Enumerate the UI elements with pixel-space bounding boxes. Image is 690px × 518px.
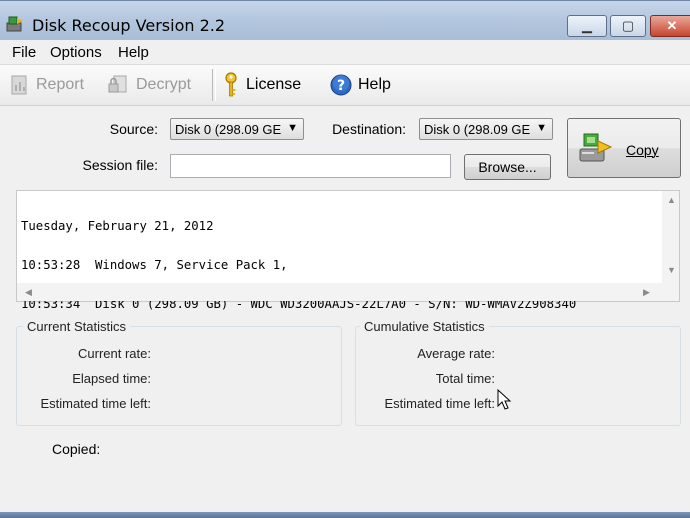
destination-label: Destination:	[332, 121, 406, 137]
close-button[interactable]: ✕	[650, 15, 690, 37]
current-rate-label: Current rate:	[78, 346, 151, 361]
mouse-cursor-icon	[497, 389, 512, 410]
menu-bar: File Options Help	[0, 40, 690, 65]
copy-button[interactable]: Copy	[567, 118, 681, 178]
report-label: Report	[36, 76, 85, 93]
key-icon	[225, 72, 237, 97]
menu-help[interactable]: Help	[118, 44, 149, 61]
current-estimated-time-label: Estimated time left:	[40, 396, 151, 411]
session-file-label: Session file:	[82, 157, 158, 173]
minimize-button[interactable]: ▁	[567, 15, 607, 37]
average-rate-label: Average rate:	[417, 346, 495, 361]
maximize-button[interactable]: ▢	[610, 15, 646, 37]
source-select-value: Disk 0 (298.09 GE	[175, 121, 282, 137]
log-output[interactable]: Tuesday, February 21, 2012 10:53:28 Wind…	[16, 190, 680, 311]
chevron-down-icon: ▼	[536, 122, 547, 134]
decrypt-label: Decrypt	[136, 76, 192, 93]
app-window: Disk Recoup Version 2.2 ▁ ▢ ✕ File Optio…	[0, 0, 690, 518]
copied-label: Copied:	[52, 441, 101, 457]
log-line: Tuesday, February 21, 2012	[21, 219, 214, 233]
vertical-scrollbar[interactable]: ▲ ▼	[662, 191, 679, 283]
license-label: License	[246, 76, 302, 93]
session-file-input[interactable]	[170, 154, 451, 178]
elapsed-time-label: Elapsed time:	[72, 371, 151, 386]
help-label: Help	[358, 76, 391, 93]
report-button[interactable]: Report	[10, 71, 84, 99]
window-bottom-border	[0, 512, 690, 518]
svg-text:?: ?	[337, 78, 345, 94]
chevron-down-icon: ▼	[287, 122, 298, 134]
decrypt-button[interactable]: Decrypt	[108, 71, 191, 99]
menu-options[interactable]: Options	[50, 44, 102, 61]
title-bar[interactable]: Disk Recoup Version 2.2 ▁ ▢ ✕	[0, 0, 690, 41]
toolbar-separator	[212, 69, 216, 101]
total-time-label: Total time:	[435, 371, 495, 386]
copy-disk-icon	[579, 133, 613, 162]
help-icon: ?	[330, 74, 352, 96]
cumulative-statistics-title: Cumulative Statistics	[360, 319, 489, 334]
scroll-down-icon[interactable]: ▼	[667, 265, 676, 275]
destination-select-value: Disk 0 (298.09 GE	[424, 121, 531, 137]
horizontal-scrollbar[interactable]: ◀ ▶	[17, 283, 679, 301]
scroll-up-icon[interactable]: ▲	[667, 195, 676, 205]
toolbar: Report Decrypt License ? Help	[0, 65, 690, 106]
scroll-left-icon[interactable]: ◀	[25, 287, 32, 298]
report-icon	[11, 75, 27, 95]
app-icon	[6, 16, 23, 32]
log-line: 10:53:28 Windows 7, Service Pack 1,	[21, 258, 288, 272]
window-title: Disk Recoup Version 2.2	[32, 16, 226, 35]
source-label: Source:	[109, 121, 158, 137]
menu-file[interactable]: File	[12, 44, 36, 61]
browse-button[interactable]: Browse...	[464, 154, 551, 180]
decrypt-icon	[108, 75, 127, 93]
copy-label: Copy	[626, 142, 659, 158]
license-button[interactable]: License	[222, 71, 301, 99]
source-select[interactable]: Disk 0 (298.09 GE ▼	[170, 118, 304, 140]
help-button[interactable]: ? Help	[330, 71, 391, 99]
log-lines: Tuesday, February 21, 2012 10:53:28 Wind…	[21, 194, 576, 337]
scroll-right-icon[interactable]: ▶	[643, 287, 650, 298]
current-statistics-title: Current Statistics	[23, 319, 130, 334]
cumulative-estimated-time-label: Estimated time left:	[384, 396, 495, 411]
destination-select[interactable]: Disk 0 (298.09 GE ▼	[419, 118, 553, 140]
